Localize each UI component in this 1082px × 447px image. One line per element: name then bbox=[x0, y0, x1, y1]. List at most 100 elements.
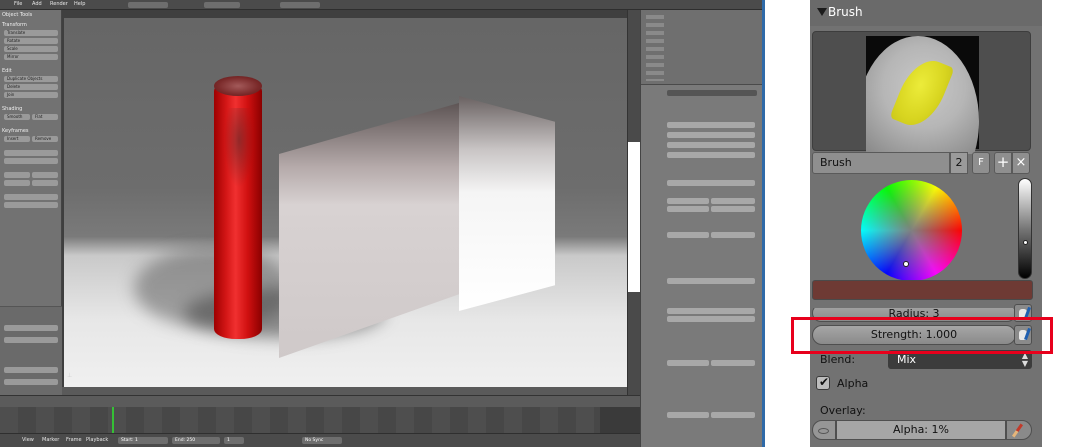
tool-button[interactable] bbox=[32, 172, 58, 178]
timeline-header bbox=[0, 395, 640, 407]
remove-keyframe-button[interactable]: Remove bbox=[32, 136, 58, 142]
top-menu-bar: File Add Render Help bbox=[0, 0, 762, 10]
brush-panel-header[interactable]: Brush bbox=[810, 0, 1042, 26]
section-keyframes[interactable]: Keyframes bbox=[2, 128, 29, 134]
color-value-handle[interactable] bbox=[1023, 240, 1028, 245]
start-frame-field[interactable]: Start: 1 bbox=[118, 437, 168, 444]
flat-button[interactable]: Flat bbox=[32, 114, 58, 120]
property-field[interactable] bbox=[667, 198, 709, 204]
tool-button[interactable] bbox=[4, 150, 58, 156]
smooth-button[interactable]: Smooth bbox=[4, 114, 30, 120]
section-shading[interactable]: Shading bbox=[2, 106, 22, 112]
3d-viewport[interactable]: ⊥ bbox=[62, 10, 630, 395]
render-engine-selector[interactable] bbox=[280, 2, 320, 8]
property-field[interactable] bbox=[667, 132, 755, 138]
color-wheel-cursor[interactable] bbox=[903, 261, 909, 267]
sync-mode-selector[interactable]: No Sync bbox=[302, 437, 342, 444]
tool-button[interactable] bbox=[4, 172, 30, 178]
property-field[interactable] bbox=[711, 206, 755, 212]
timeline-out-range bbox=[600, 407, 640, 433]
outliner[interactable] bbox=[641, 10, 762, 85]
property-field[interactable] bbox=[711, 412, 755, 418]
property-field[interactable] bbox=[667, 412, 709, 418]
overlay-edit-button[interactable] bbox=[1006, 420, 1032, 440]
timeline-ruler bbox=[0, 407, 640, 433]
mirror-button[interactable]: Mirror bbox=[4, 54, 58, 60]
delete-button[interactable]: Delete bbox=[4, 84, 58, 90]
join-button[interactable]: Join bbox=[4, 92, 58, 98]
property-field[interactable] bbox=[667, 142, 755, 148]
footer-marker-menu[interactable]: Marker bbox=[42, 437, 59, 443]
paintbrush-icon bbox=[1011, 423, 1024, 438]
current-frame-cursor[interactable] bbox=[112, 407, 114, 433]
property-field[interactable] bbox=[667, 180, 755, 186]
timeline[interactable] bbox=[0, 407, 640, 433]
property-field[interactable] bbox=[667, 232, 709, 238]
tool-button[interactable] bbox=[4, 194, 58, 200]
rotate-button[interactable]: Rotate bbox=[4, 38, 58, 44]
current-frame-field[interactable]: 1 bbox=[224, 437, 244, 444]
overlay-visibility-toggle[interactable] bbox=[812, 420, 836, 440]
property-field[interactable] bbox=[711, 360, 755, 366]
property-field[interactable] bbox=[667, 152, 755, 158]
outliner-row[interactable] bbox=[669, 24, 759, 30]
duplicate-button[interactable]: Duplicate Objects bbox=[4, 76, 58, 82]
color-wheel[interactable] bbox=[861, 180, 962, 281]
cube-left-face bbox=[279, 103, 459, 358]
section-edit[interactable]: Edit bbox=[2, 68, 12, 74]
menu-help[interactable]: Help bbox=[74, 1, 85, 7]
operator-field[interactable] bbox=[4, 325, 58, 331]
property-field[interactable] bbox=[711, 198, 755, 204]
operator-panel bbox=[0, 306, 62, 405]
brush-preview[interactable] bbox=[812, 31, 1031, 154]
section-transform[interactable]: Transform bbox=[2, 22, 27, 28]
property-field[interactable] bbox=[667, 278, 755, 284]
end-frame-field[interactable]: End: 250 bbox=[172, 437, 220, 444]
outliner-row[interactable] bbox=[669, 16, 759, 22]
translate-button[interactable]: Translate bbox=[4, 30, 58, 36]
tool-button[interactable] bbox=[4, 202, 58, 208]
blend-mode-value: Mix bbox=[897, 353, 917, 366]
insert-keyframe-button[interactable]: Insert bbox=[4, 136, 30, 142]
property-field[interactable] bbox=[667, 308, 755, 314]
property-field[interactable] bbox=[711, 232, 755, 238]
tool-button[interactable] bbox=[4, 180, 30, 186]
brush-panel: Brush Brush 2 F + × Radius: 3 Strength: … bbox=[810, 0, 1042, 447]
operator-field[interactable] bbox=[4, 379, 58, 385]
properties-tabs[interactable] bbox=[667, 90, 757, 96]
alpha-checkbox[interactable]: ✔ bbox=[816, 375, 830, 390]
outliner-row[interactable] bbox=[669, 32, 759, 38]
property-field[interactable] bbox=[667, 122, 755, 128]
operator-field[interactable] bbox=[4, 367, 58, 373]
remove-brush-button[interactable]: × bbox=[1012, 152, 1030, 174]
render-preview bbox=[64, 18, 630, 395]
alpha-label[interactable]: Alpha bbox=[837, 377, 868, 390]
screen-layout-selector[interactable] bbox=[128, 2, 168, 8]
footer-playback-menu[interactable]: Playback bbox=[86, 437, 108, 443]
menu-add[interactable]: Add bbox=[32, 1, 42, 7]
property-field[interactable] bbox=[667, 360, 709, 366]
add-brush-button[interactable]: + bbox=[994, 152, 1012, 174]
menu-render[interactable]: Render bbox=[50, 1, 68, 7]
property-field[interactable] bbox=[667, 206, 709, 212]
cube-right-face bbox=[459, 96, 555, 311]
scene-selector[interactable] bbox=[204, 2, 240, 8]
collapse-triangle-icon[interactable] bbox=[817, 8, 827, 16]
tool-shelf-header: Object Tools bbox=[2, 12, 33, 18]
operator-field[interactable] bbox=[4, 337, 58, 343]
fake-user-button[interactable]: F bbox=[972, 152, 990, 174]
brush-name-field[interactable]: Brush bbox=[812, 152, 950, 174]
brush-color-swatch[interactable] bbox=[812, 280, 1033, 300]
overlay-alpha-slider[interactable]: Alpha: 1% bbox=[836, 420, 1006, 440]
color-value-slider[interactable] bbox=[1018, 178, 1032, 279]
scale-button[interactable]: Scale bbox=[4, 46, 58, 52]
brush-users-count[interactable]: 2 bbox=[950, 152, 968, 174]
footer-frame-menu[interactable]: Frame bbox=[66, 437, 82, 443]
footer-view-menu[interactable]: View bbox=[22, 437, 34, 443]
timeline-footer: View Marker Frame Playback Start: 1 End:… bbox=[0, 433, 640, 447]
tool-button[interactable] bbox=[4, 158, 58, 164]
menu-file[interactable]: File bbox=[14, 1, 22, 7]
property-field[interactable] bbox=[667, 316, 755, 322]
strength-highlight-box bbox=[791, 317, 1053, 354]
tool-button[interactable] bbox=[32, 180, 58, 186]
